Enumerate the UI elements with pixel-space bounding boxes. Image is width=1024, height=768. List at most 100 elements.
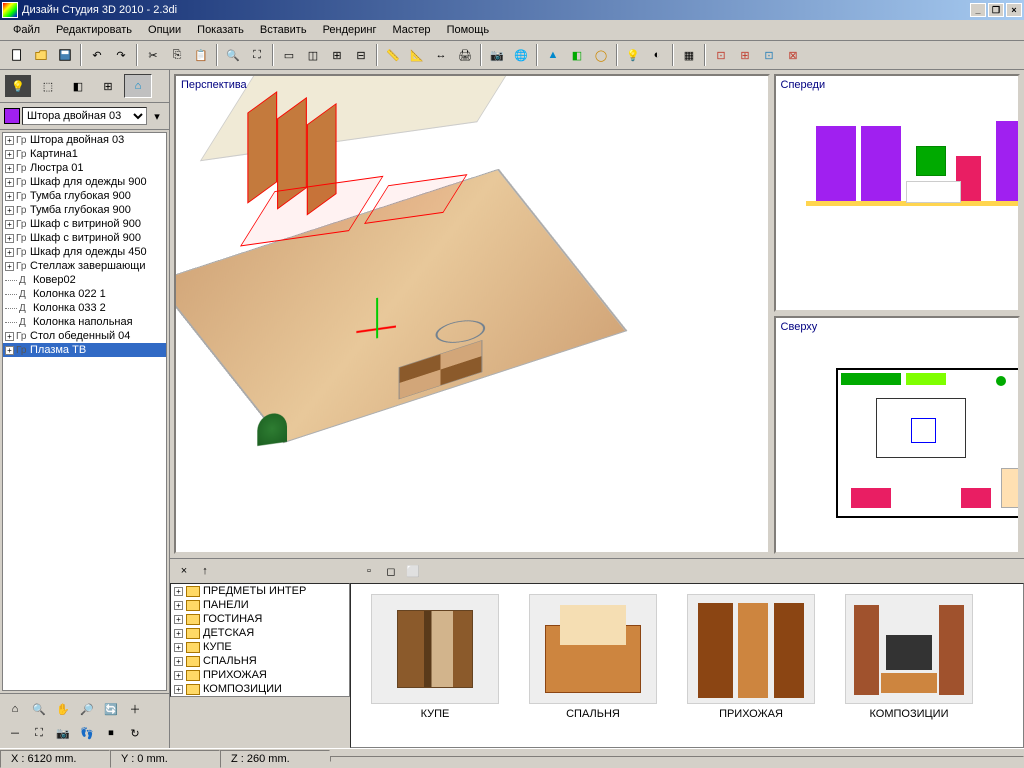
menu-options[interactable]: Опции <box>141 22 188 38</box>
cylinder-button[interactable]: ◯ <box>590 44 612 66</box>
layout-1-button[interactable]: ▭ <box>278 44 300 66</box>
nav-zoom-button[interactable]: 🔎 <box>76 698 98 720</box>
menu-edit[interactable]: Редактировать <box>49 22 139 38</box>
nav-refresh-button[interactable]: ↻ <box>124 722 146 744</box>
expander-icon[interactable]: + <box>174 671 183 680</box>
expander-icon[interactable]: + <box>5 332 14 341</box>
tree-item[interactable]: ДКовер02 <box>3 273 166 287</box>
object-selector[interactable]: Штора двойная 03 <box>22 107 147 125</box>
snap-3-button[interactable]: ⊡ <box>758 44 780 66</box>
tree-item[interactable]: +ГрПлазма ТВ <box>3 343 166 357</box>
expander-icon[interactable]: + <box>5 192 14 201</box>
dim-button[interactable]: ↔ <box>430 44 452 66</box>
thumbnail-strip[interactable]: КУПЕ СПАЛЬНЯ ПРИХОЖАЯ КОМПОЗИЦИИ <box>350 583 1024 748</box>
expander-icon[interactable]: + <box>5 248 14 257</box>
view-large-button[interactable]: ⬜ <box>404 562 422 580</box>
close-button[interactable]: × <box>1006 3 1022 17</box>
expander-icon[interactable]: + <box>5 150 14 159</box>
nav-zoom-out-button[interactable]: － <box>4 722 26 744</box>
expander-icon[interactable]: + <box>174 587 183 596</box>
expander-icon[interactable]: + <box>5 178 14 187</box>
tree-item[interactable]: ДКолонка напольная <box>3 315 166 329</box>
viewport-perspective[interactable]: Перспектива <box>174 74 770 554</box>
view-medium-button[interactable]: ◻ <box>382 562 400 580</box>
fit-button[interactable]: ⛶ <box>246 44 268 66</box>
menu-show[interactable]: Показать <box>190 22 251 38</box>
tree-item[interactable]: ДКолонка 033 2 <box>3 301 166 315</box>
expander-icon[interactable]: + <box>174 685 183 694</box>
expander-icon[interactable]: + <box>5 262 14 271</box>
copy-button[interactable]: ⎘ <box>166 44 188 66</box>
mode-plan-button[interactable]: ⌂ <box>124 74 152 98</box>
expander-icon[interactable]: + <box>5 206 14 215</box>
snap-1-button[interactable]: ⊡ <box>710 44 732 66</box>
lamp-button[interactable]: 💡 <box>622 44 644 66</box>
tree-item[interactable]: +ГрСтеллаж завершающи <box>3 259 166 273</box>
nav-camera-button[interactable]: 📷 <box>52 722 74 744</box>
tree-item[interactable]: +ГрШкаф для одежды 900 <box>3 175 166 189</box>
catalog-item[interactable]: +КОМПОЗИЦИИ <box>171 682 349 696</box>
scene-tree[interactable]: +ГрШтора двойная 03+ГрКартина1+ГрЛюстра … <box>2 132 167 691</box>
tree-item[interactable]: +ГрШкаф для одежды 450 <box>3 245 166 259</box>
globe-button[interactable]: 🌐 <box>510 44 532 66</box>
expander-icon[interactable]: + <box>5 346 14 355</box>
mode-wall-button[interactable]: ⊞ <box>94 74 122 98</box>
menu-master[interactable]: Мастер <box>386 22 438 38</box>
layout-4-button[interactable]: ⊟ <box>350 44 372 66</box>
nav-zoom-in-button[interactable]: ＋ <box>124 698 146 720</box>
snap-4-button[interactable]: ⊠ <box>782 44 804 66</box>
cut-button[interactable]: ✂ <box>142 44 164 66</box>
nav-orbit-button[interactable]: 🔄 <box>100 698 122 720</box>
color-swatch[interactable] <box>4 108 20 124</box>
nav-zoom-extents-button[interactable]: 🔍 <box>28 698 50 720</box>
menu-render[interactable]: Рендеринг <box>316 22 384 38</box>
angle-button[interactable]: 📐 <box>406 44 428 66</box>
nav-home-button[interactable]: ⌂ <box>4 698 26 720</box>
zoom-button[interactable]: 🔍 <box>222 44 244 66</box>
minimize-button[interactable]: _ <box>970 3 986 17</box>
box-button[interactable]: ◧ <box>566 44 588 66</box>
thumb-spalnya[interactable]: СПАЛЬНЯ <box>529 594 657 720</box>
expander-icon[interactable]: + <box>5 220 14 229</box>
catalog-item[interactable]: +ПРЕДМЕТЫ ИНТЕР <box>171 584 349 598</box>
layout-3-button[interactable]: ⊞ <box>326 44 348 66</box>
view-small-button[interactable]: ▫ <box>360 562 378 580</box>
paste-button[interactable]: 📋 <box>190 44 212 66</box>
grid-button[interactable]: ▦ <box>678 44 700 66</box>
open-button[interactable] <box>30 44 52 66</box>
catalog-item[interactable]: +СПАЛЬНЯ <box>171 654 349 668</box>
panel-close-button[interactable]: × <box>176 563 192 579</box>
tree-item[interactable]: +ГрТумба глубокая 900 <box>3 189 166 203</box>
maximize-button[interactable]: ❐ <box>988 3 1004 17</box>
catalog-tree[interactable]: +ПРЕДМЕТЫ ИНТЕР+ПАНЕЛИ+ГОСТИНАЯ+ДЕТСКАЯ+… <box>170 583 350 697</box>
redo-button[interactable]: ↷ <box>110 44 132 66</box>
ruler-button[interactable]: 📏 <box>382 44 404 66</box>
tree-item[interactable]: +ГрСтол обеденный 04 <box>3 329 166 343</box>
tree-item[interactable]: +ГрЛюстра 01 <box>3 161 166 175</box>
nav-stop-button[interactable]: ⏹ <box>100 722 122 744</box>
snap-2-button[interactable]: ⊞ <box>734 44 756 66</box>
thumb-kupe[interactable]: КУПЕ <box>371 594 499 720</box>
catalog-item[interactable]: +КУПЕ <box>171 640 349 654</box>
catalog-item[interactable]: +ПАНЕЛИ <box>171 598 349 612</box>
expander-icon[interactable]: + <box>5 136 14 145</box>
expander-icon[interactable]: + <box>174 615 183 624</box>
mode-material-button[interactable]: ◧ <box>64 74 92 98</box>
expander-icon[interactable]: + <box>174 629 183 638</box>
expander-icon[interactable]: + <box>5 234 14 243</box>
tree-item[interactable]: +ГрТумба глубокая 900 <box>3 203 166 217</box>
thumb-prihozhaya[interactable]: ПРИХОЖАЯ <box>687 594 815 720</box>
mode-light-button[interactable]: 💡 <box>4 74 32 98</box>
thumb-kompozicii[interactable]: КОМПОЗИЦИИ <box>845 594 973 720</box>
tree-item[interactable]: +ГрШкаф с витриной 900 <box>3 231 166 245</box>
print-button[interactable]: 🖨 <box>454 44 476 66</box>
panel-up-button[interactable]: ↑ <box>196 562 214 580</box>
catalog-item[interactable]: +ПРИХОЖАЯ <box>171 668 349 682</box>
nav-pan-button[interactable]: ✋ <box>52 698 74 720</box>
mode-object-button[interactable]: ⬚ <box>34 74 62 98</box>
menu-file[interactable]: Файл <box>6 22 47 38</box>
menu-help[interactable]: Помощь <box>440 22 497 38</box>
selector-menu-button[interactable]: ▾ <box>149 108 165 124</box>
tree-item[interactable]: +ГрШкаф с витриной 900 <box>3 217 166 231</box>
layout-2-button[interactable]: ◫ <box>302 44 324 66</box>
